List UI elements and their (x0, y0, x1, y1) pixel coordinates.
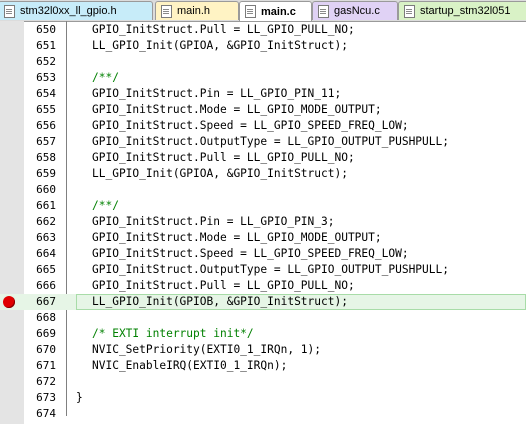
code-line[interactable]: 657 GPIO_InitStruct.OutputType = LL_GPIO_… (0, 134, 526, 150)
tab-gasncu-c[interactable]: gasNcu.c (312, 1, 398, 20)
line-number: 661 (36, 199, 56, 212)
code-comment: /* EXTI interrupt init*/ (92, 327, 254, 340)
code-text: GPIO_InitStruct.Pull = LL_GPIO_PULL_NO; (92, 151, 355, 164)
code-text: GPIO_InitStruct.OutputType = LL_GPIO_OUT… (92, 263, 449, 276)
code-text: GPIO_InitStruct.Pin = LL_GPIO_PIN_3; (92, 215, 335, 228)
line-number: 671 (36, 359, 56, 372)
code-line[interactable]: 660 (0, 182, 526, 198)
code-line[interactable]: 654 GPIO_InitStruct.Pin = LL_GPIO_PIN_11; (0, 86, 526, 102)
code-text: LL_GPIO_Init(GPIOA, &GPIO_InitStruct); (92, 39, 348, 52)
line-number: 663 (36, 231, 56, 244)
line-number: 658 (36, 151, 56, 164)
code-line[interactable]: 667 LL_GPIO_Init(GPIOB, &GPIO_InitStruct)… (0, 294, 526, 310)
editor-tab-bar: stm32l0xx_ll_gpio.h main.h main.c gasNcu… (0, 0, 526, 22)
code-line[interactable]: 666 GPIO_InitStruct.Pull = LL_GPIO_PULL_N… (0, 278, 526, 294)
code-text: GPIO_InitStruct.Mode = LL_GPIO_MODE_OUTP… (92, 231, 382, 244)
line-number: 651 (36, 39, 56, 52)
code-line[interactable]: 673} (0, 390, 526, 406)
code-line[interactable]: 651 LL_GPIO_Init(GPIOA, &GPIO_InitStruct)… (0, 38, 526, 54)
code-line[interactable]: 672 (0, 374, 526, 390)
code-text: GPIO_InitStruct.Mode = LL_GPIO_MODE_OUTP… (92, 103, 382, 116)
code-line[interactable]: 658 GPIO_InitStruct.Pull = LL_GPIO_PULL_N… (0, 150, 526, 166)
line-number: 656 (36, 119, 56, 132)
line-number: 662 (36, 215, 56, 228)
file-icon (161, 4, 172, 18)
tab-main-c[interactable]: main.c (239, 1, 312, 21)
tab-main-h[interactable]: main.h (155, 1, 239, 20)
file-icon (404, 4, 415, 18)
tab-label: main.c (261, 5, 296, 18)
code-text: GPIO_InitStruct.Pull = LL_GPIO_PULL_NO; (92, 23, 355, 36)
line-number: 659 (36, 167, 56, 180)
line-number: 657 (36, 135, 56, 148)
code-text: LL_GPIO_Init(GPIOB, &GPIO_InitStruct); (92, 295, 348, 308)
code-text: GPIO_InitStruct.Pin = LL_GPIO_PIN_11; (92, 87, 342, 100)
line-number: 672 (36, 375, 56, 388)
code-line[interactable]: 674 (0, 406, 526, 422)
code-line[interactable]: 671 NVIC_EnableIRQ(EXTI0_1_IRQn); (0, 358, 526, 374)
code-line[interactable]: 652 (0, 54, 526, 70)
line-number: 673 (36, 391, 56, 404)
line-number: 669 (36, 327, 56, 340)
line-number: 654 (36, 87, 56, 100)
line-number: 652 (36, 55, 56, 68)
line-number: 674 (36, 407, 56, 420)
tab-label: startup_stm32l051 (420, 5, 511, 17)
code-line[interactable]: 661 /**/ (0, 198, 526, 214)
code-comment: /**/ (92, 199, 119, 212)
line-number: 670 (36, 343, 56, 356)
line-number: 668 (36, 311, 56, 324)
file-icon (245, 5, 256, 18)
code-line[interactable]: 655 GPIO_InitStruct.Mode = LL_GPIO_MODE_O… (0, 102, 526, 118)
line-number: 655 (36, 103, 56, 116)
code-text: GPIO_InitStruct.Pull = LL_GPIO_PULL_NO; (92, 279, 355, 292)
line-number: 665 (36, 263, 56, 276)
code-line[interactable]: 650 GPIO_InitStruct.Pull = LL_GPIO_PULL_N… (0, 22, 526, 38)
code-line[interactable]: 663 GPIO_InitStruct.Mode = LL_GPIO_MODE_O… (0, 230, 526, 246)
code-text: NVIC_EnableIRQ(EXTI0_1_IRQn); (92, 359, 288, 372)
code-line[interactable]: 668 (0, 310, 526, 326)
code-line[interactable]: 653 /**/ (0, 70, 526, 86)
code-editor[interactable]: 650 GPIO_InitStruct.Pull = LL_GPIO_PULL_N… (0, 21, 526, 424)
code-line[interactable]: 670 NVIC_SetPriority(EXTI0_1_IRQn, 1); (0, 342, 526, 358)
code-text: LL_GPIO_Init(GPIOA, &GPIO_InitStruct); (92, 167, 348, 180)
code-line[interactable]: 664 GPIO_InitStruct.Speed = LL_GPIO_SPEED… (0, 246, 526, 262)
line-number: 650 (36, 23, 56, 36)
tab-startup-stm32l051[interactable]: startup_stm32l051 (398, 1, 526, 20)
line-number: 660 (36, 183, 56, 196)
tab-label: gasNcu.c (334, 5, 380, 17)
line-number: 664 (36, 247, 56, 260)
code-text: GPIO_InitStruct.Speed = LL_GPIO_SPEED_FR… (92, 247, 409, 260)
code-text: GPIO_InitStruct.Speed = LL_GPIO_SPEED_FR… (92, 119, 409, 132)
line-number: 653 (36, 71, 56, 84)
line-number: 666 (36, 279, 56, 292)
breakpoint-icon[interactable] (3, 296, 15, 308)
code-text: NVIC_SetPriority(EXTI0_1_IRQn, 1); (92, 343, 322, 356)
code-comment: /**/ (92, 71, 119, 84)
code-text: } (76, 391, 83, 404)
file-icon (4, 4, 15, 18)
code-line[interactable]: 662 GPIO_InitStruct.Pin = LL_GPIO_PIN_3; (0, 214, 526, 230)
code-line[interactable]: 656 GPIO_InitStruct.Speed = LL_GPIO_SPEED… (0, 118, 526, 134)
tab-label: main.h (177, 5, 211, 17)
code-line[interactable]: 669 /* EXTI interrupt init*/ (0, 326, 526, 342)
line-number: 667 (36, 295, 56, 308)
tab-stm32l0xx-ll-gpio-h[interactable]: stm32l0xx_ll_gpio.h (0, 1, 153, 20)
code-text: GPIO_InitStruct.OutputType = LL_GPIO_OUT… (92, 135, 449, 148)
tab-label: stm32l0xx_ll_gpio.h (20, 5, 117, 17)
code-line[interactable]: 659 LL_GPIO_Init(GPIOA, &GPIO_InitStruct)… (0, 166, 526, 182)
code-line[interactable]: 665 GPIO_InitStruct.OutputType = LL_GPIO_… (0, 262, 526, 278)
file-icon (318, 4, 329, 18)
